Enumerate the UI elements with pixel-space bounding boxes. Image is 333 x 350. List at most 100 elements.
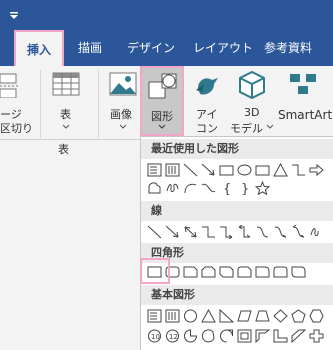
tab-design[interactable]: デザイン	[127, 30, 175, 66]
title-bar	[0, 0, 333, 30]
round-diagonal-rectangle-icon[interactable]	[291, 265, 306, 279]
icons-button[interactable]: アイ コン	[192, 66, 222, 140]
trapezoid-icon[interactable]	[255, 309, 270, 323]
tab-layout[interactable]: レイアウト	[193, 30, 253, 66]
freeform-icon[interactable]	[147, 181, 162, 195]
arc-icon[interactable]	[183, 181, 198, 195]
section-recent: 最近使用した図形	[141, 139, 333, 159]
vertical-textbox-icon[interactable]	[165, 163, 180, 177]
left-brace-icon[interactable]: {	[219, 181, 234, 195]
table-label: 表	[60, 108, 71, 121]
line-icon[interactable]	[147, 225, 162, 239]
round-corner-rectangle-icon[interactable]	[255, 265, 270, 279]
right-triangle-icon[interactable]	[219, 309, 234, 323]
round-same-side-rectangle-icon[interactable]	[273, 265, 288, 279]
curved-connector-icon[interactable]	[255, 225, 270, 239]
scribble-line-icon[interactable]	[309, 225, 324, 239]
separator	[40, 70, 41, 138]
ribbon-group-labels: 表	[0, 140, 140, 350]
image-dropdown-icon	[119, 124, 127, 129]
triangle-icon[interactable]	[273, 163, 288, 177]
rectangle-icon[interactable]	[219, 163, 234, 177]
3d-model-label-2: モデル	[230, 122, 263, 135]
double-arrow-line-icon[interactable]	[183, 225, 198, 239]
recent-shapes-row-2: { }	[147, 181, 270, 197]
textbox-icon[interactable]	[147, 309, 162, 323]
shapes-button[interactable]: 図形	[140, 66, 184, 136]
star-icon[interactable]	[255, 181, 270, 195]
icons-label-2: コン	[196, 122, 218, 135]
l-shape-icon[interactable]	[273, 329, 288, 343]
right-arrow-icon[interactable]	[309, 163, 324, 177]
shapes-gallery: 最近使用した図形 { } 線 四角形 基本図形 10 12	[140, 136, 333, 350]
parallelogram-icon[interactable]	[237, 309, 252, 323]
diagonal-stripe-icon[interactable]	[291, 329, 306, 343]
table-button[interactable]: 表	[48, 66, 84, 140]
basic-shapes-row-1	[147, 309, 324, 325]
recent-shapes-row-1	[147, 163, 324, 179]
3d-dropdown-icon	[266, 124, 274, 129]
vertical-textbox-icon[interactable]	[165, 309, 180, 323]
hexagon-icon[interactable]	[309, 309, 324, 323]
section-basic-shapes: 基本図形	[141, 285, 333, 305]
triangle-icon[interactable]	[201, 309, 216, 323]
oval-icon[interactable]	[237, 163, 252, 177]
cross-icon[interactable]	[309, 329, 324, 343]
page-break-button[interactable]: ージ 区切り	[0, 66, 40, 140]
svg-text:{: {	[223, 182, 231, 195]
image-label: 画像	[110, 108, 132, 121]
page-break-icon	[0, 73, 18, 98]
elbow-connector-icon[interactable]	[291, 163, 306, 177]
smartart-label: SmartArt	[278, 108, 333, 122]
elbow-connector-icon[interactable]	[201, 225, 216, 239]
smartart-button[interactable]: SmartArt	[276, 66, 333, 140]
curved-double-arrow-icon[interactable]	[291, 225, 306, 239]
shapes-label: 図形	[151, 110, 173, 123]
3d-model-button[interactable]: 3D モデル	[230, 66, 276, 140]
partial-circle-icon[interactable]	[183, 329, 198, 343]
shapes-dropdown-icon	[158, 124, 166, 129]
elbow-arrow-connector-icon[interactable]	[219, 225, 234, 239]
arrow-line-icon[interactable]	[201, 163, 216, 177]
line-icon[interactable]	[183, 163, 198, 177]
table-icon	[52, 72, 80, 96]
snip-corner-rectangle-icon[interactable]	[183, 265, 198, 279]
decagon-icon[interactable]: 10	[147, 329, 162, 343]
group-table-label: 表	[58, 143, 69, 156]
lines-row	[147, 225, 324, 241]
textbox-icon[interactable]	[147, 163, 162, 177]
snip-same-side-rectangle-icon[interactable]	[201, 265, 216, 279]
chord-icon[interactable]	[201, 329, 216, 343]
svg-text:10: 10	[151, 333, 160, 341]
svg-text:}: }	[241, 182, 249, 195]
rectangle-icon-2[interactable]	[255, 163, 270, 177]
tab-references[interactable]: 参考資料	[264, 30, 312, 66]
dodecagon-icon[interactable]: 12	[165, 329, 180, 343]
pentagon-icon[interactable]	[291, 309, 306, 323]
cube-icon	[239, 70, 265, 100]
scribble-icon[interactable]	[165, 181, 180, 195]
elbow-double-arrow-icon[interactable]	[237, 225, 252, 239]
tab-draw[interactable]: 描画	[78, 30, 102, 66]
table-dropdown-icon	[62, 124, 70, 129]
right-brace-icon[interactable]: }	[237, 181, 252, 195]
oval-icon[interactable]	[183, 309, 198, 323]
diamond-icon[interactable]	[273, 309, 288, 323]
frame-icon[interactable]	[237, 329, 252, 343]
curve-icon[interactable]	[201, 181, 216, 195]
arrow-line-icon[interactable]	[165, 225, 180, 239]
section-lines: 線	[141, 201, 333, 221]
snip-diagonal-rectangle-icon[interactable]	[219, 265, 234, 279]
half-frame-icon[interactable]	[255, 329, 270, 343]
3d-model-label-1: 3D	[244, 106, 260, 119]
image-button[interactable]: 画像	[106, 66, 140, 140]
teardrop-icon[interactable]	[219, 329, 234, 343]
tab-insert[interactable]: 挿入	[14, 30, 64, 68]
bird-icon	[196, 78, 218, 95]
image-icon	[109, 72, 137, 96]
snip-round-rectangle-icon[interactable]	[237, 265, 252, 279]
svg-text:12: 12	[169, 333, 178, 341]
page-break-label-2: 区切り	[0, 122, 33, 135]
quick-access-dropdown-icon[interactable]	[5, 6, 23, 24]
curved-arrow-connector-icon[interactable]	[273, 225, 288, 239]
